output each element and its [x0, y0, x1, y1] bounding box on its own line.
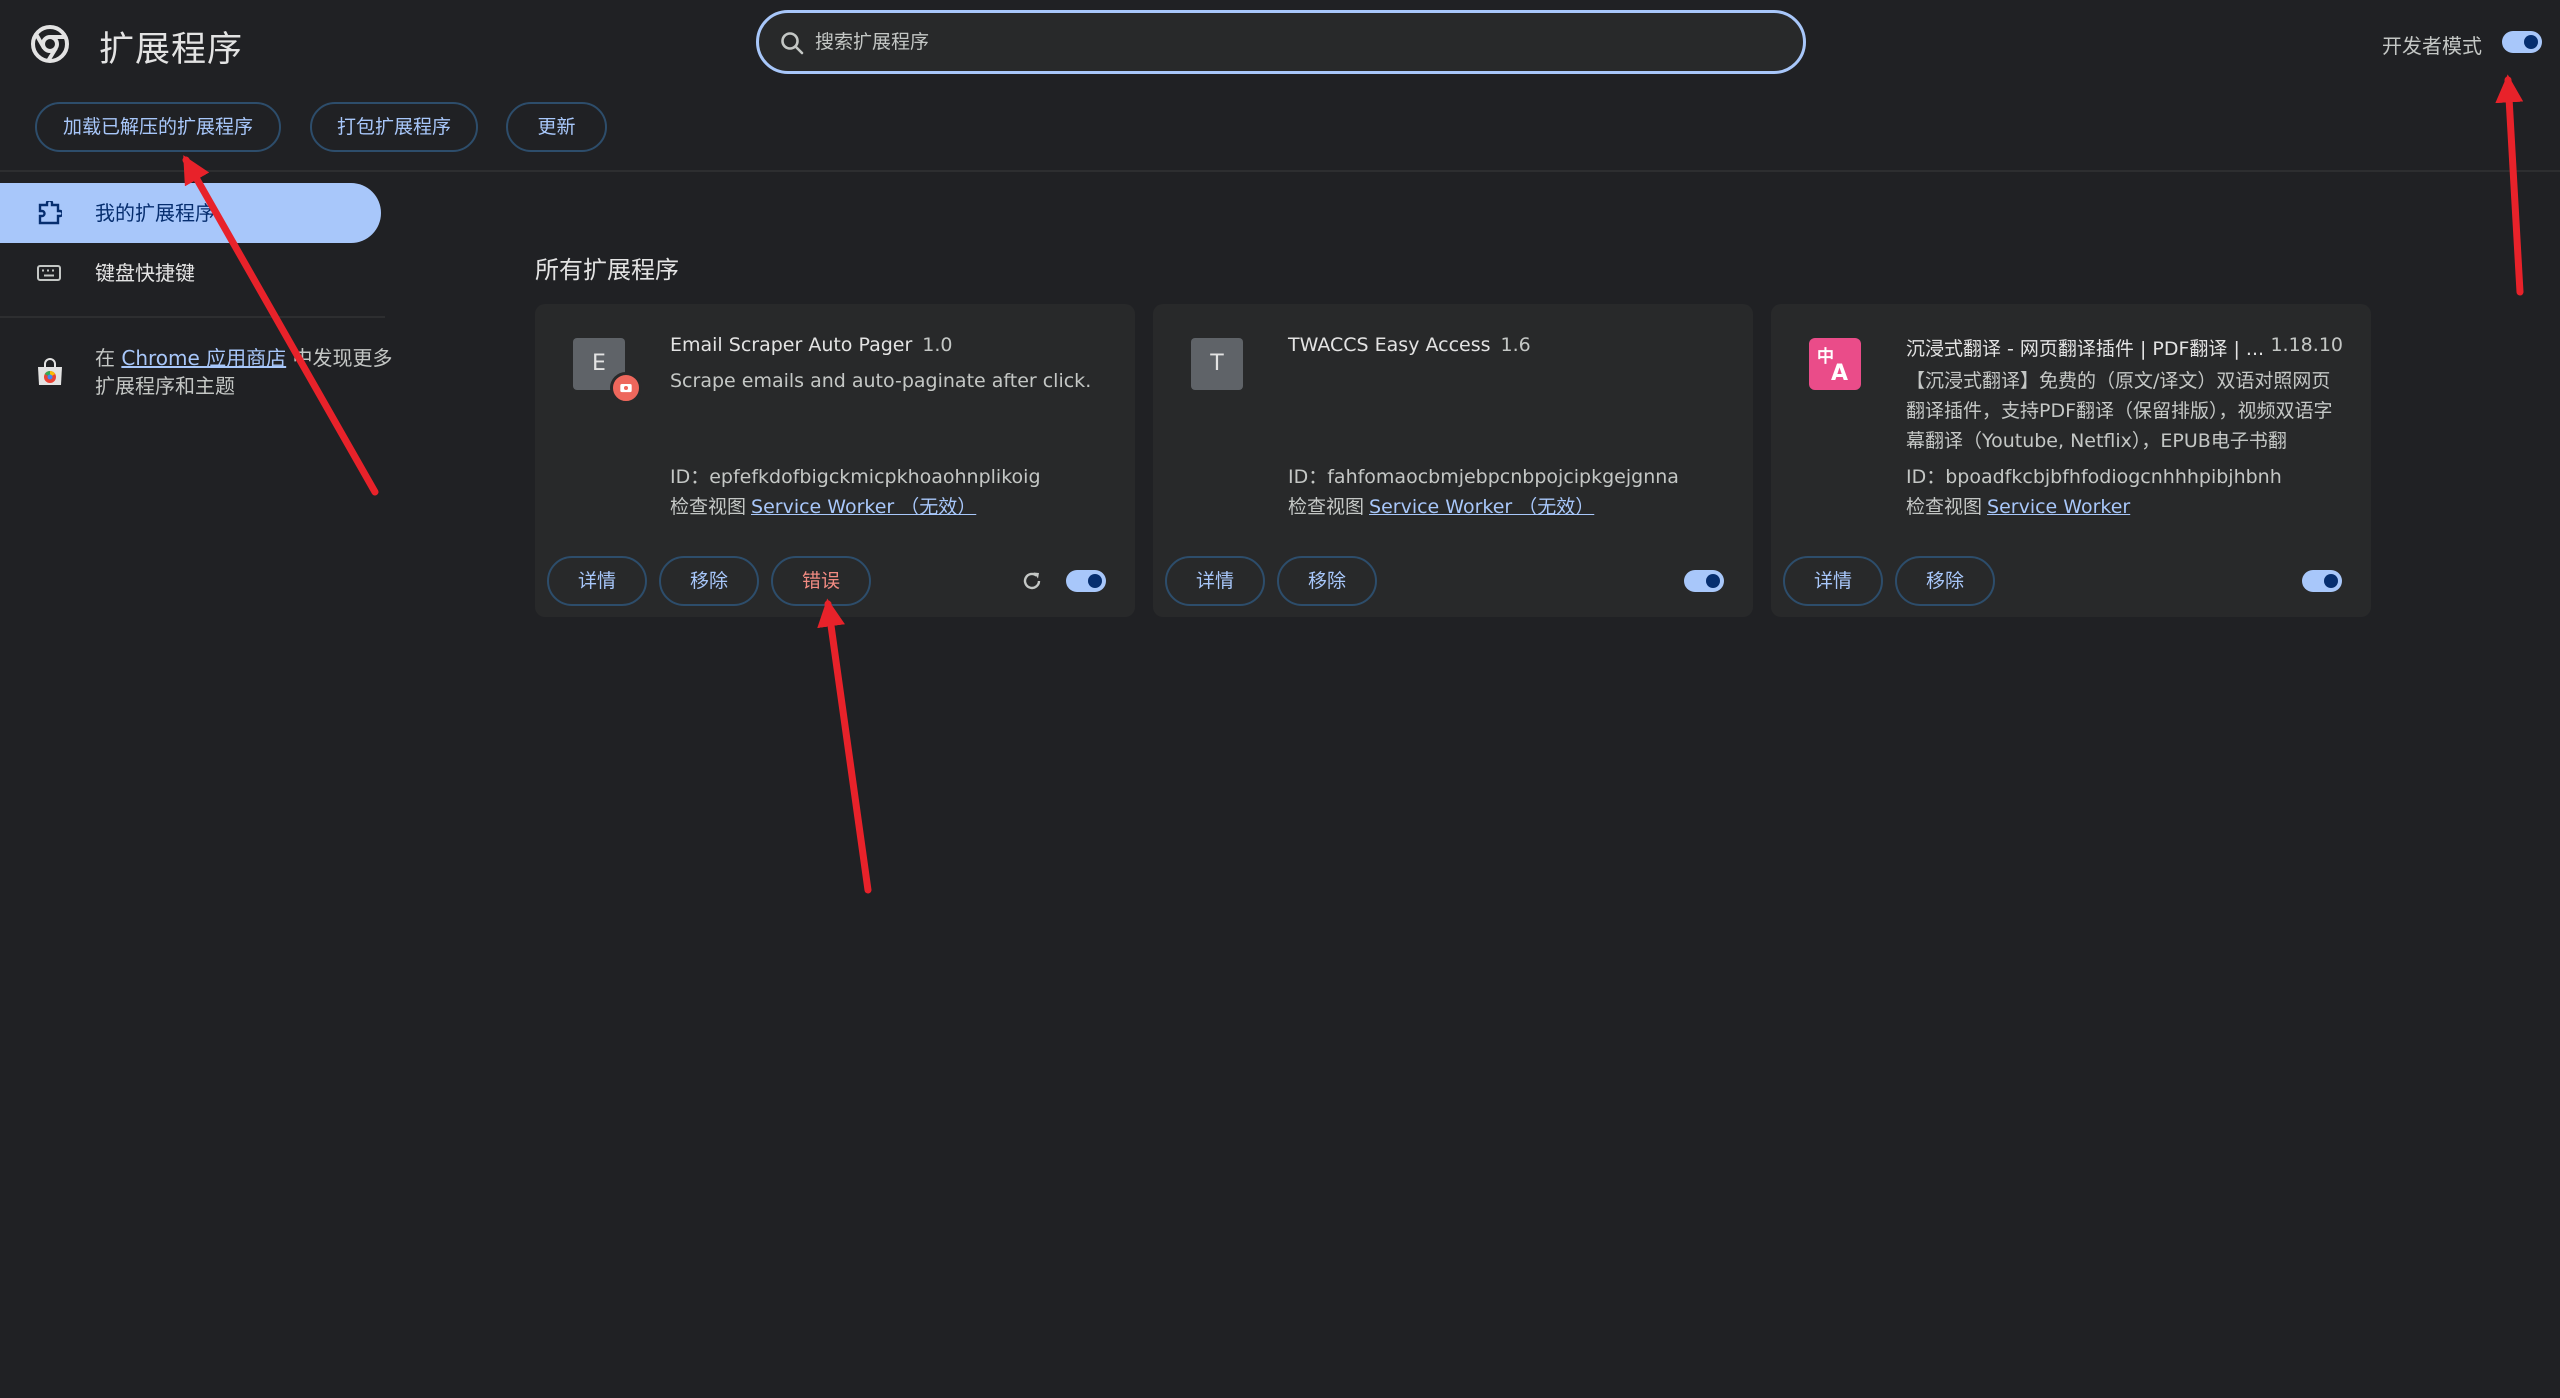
remove-button[interactable]: 移除: [1277, 556, 1377, 606]
service-worker-link[interactable]: Service Worker （无效）: [1369, 496, 1594, 518]
sidebar-divider: [0, 316, 385, 318]
extension-id: ID：epfefkdofbigckmicpkhoaohnplikoig: [670, 466, 1041, 488]
header: 扩展程序 开发者模式: [0, 0, 2560, 88]
extension-enable-toggle[interactable]: [1066, 570, 1106, 592]
service-worker-link[interactable]: Service Worker （无效）: [751, 496, 976, 518]
toggle-knob: [1706, 574, 1720, 588]
extension-card-twaccs: T TWACCS Easy Access 1.6 ID：fahfomaocbmje…: [1153, 304, 1753, 617]
extension-id: ID：fahfomaocbmjebpcnbpojcipkgejgnna: [1288, 466, 1679, 488]
puzzle-icon: [38, 201, 62, 225]
sidebar-item-my-extensions[interactable]: 我的扩展程序: [0, 183, 381, 243]
annotation-arrows: [182, 74, 2524, 894]
extension-version: 1.0: [922, 334, 953, 356]
extension-version: 1.6: [1500, 334, 1531, 356]
toggle-knob: [2524, 35, 2538, 49]
extension-description: Scrape emails and auto-paginate after cl…: [670, 370, 1092, 392]
extension-name: 沉浸式翻译 - 网页翻译插件 | PDF翻译 | ...: [1906, 338, 2265, 360]
chrome-logo-icon: [31, 25, 69, 63]
extension-enable-toggle[interactable]: [1684, 570, 1724, 592]
details-button[interactable]: 详情: [1165, 556, 1265, 606]
developer-mode-label: 开发者模式: [2382, 34, 2482, 58]
keyboard-icon: [37, 265, 61, 281]
toggle-knob: [2324, 574, 2338, 588]
reload-icon[interactable]: [1019, 568, 1045, 594]
extension-icon: T: [1191, 338, 1243, 390]
sidebar-item-label: 键盘快捷键: [95, 261, 195, 285]
load-unpacked-button[interactable]: 加载已解压的扩展程序: [35, 102, 281, 152]
chrome-web-store-icon: [38, 358, 62, 385]
pack-extension-button[interactable]: 打包扩展程序: [310, 102, 478, 152]
svg-text:A: A: [1831, 361, 1848, 386]
update-button[interactable]: 更新: [506, 102, 607, 152]
sidebar-item-label: 我的扩展程序: [95, 201, 215, 225]
arrow-to-dev-mode: [2495, 74, 2524, 296]
extension-description: 【沉浸式翻译】免费的（原文/译文）双语对照网页翻译插件，支持PDF翻译（保留排版…: [1906, 370, 2333, 452]
extension-card-email-scraper: E Email Scraper Auto Pager 1.0 Scrape ema…: [535, 304, 1135, 617]
promo-text: 在 Chrome 应用商店 中发现更多扩展程序和主题: [95, 344, 395, 400]
translate-icon: 中 A: [1809, 338, 1861, 390]
details-button[interactable]: 详情: [547, 556, 647, 606]
toolbar-divider: [0, 170, 2560, 172]
arrow-to-errors: [817, 598, 872, 894]
promo-prefix: 在: [95, 346, 115, 370]
extension-enable-toggle[interactable]: [2302, 570, 2342, 592]
search-icon: [781, 32, 804, 55]
inspect-views: 检查视图 Service Worker: [1906, 496, 2131, 518]
extension-id: ID：bpoadfkcbjbfhfodiogcnhhhpibjhbnh: [1906, 466, 2282, 488]
remove-button[interactable]: 移除: [1895, 556, 1995, 606]
search-box[interactable]: [756, 10, 1806, 74]
sidebar-item-keyboard-shortcuts[interactable]: 键盘快捷键: [0, 243, 381, 303]
toggle-knob: [1088, 574, 1102, 588]
developer-mode-toggle[interactable]: [2502, 31, 2542, 53]
inspect-views: 检查视图 Service Worker （无效）: [670, 496, 977, 518]
page-title: 扩展程序: [99, 30, 244, 70]
errors-button[interactable]: 错误: [771, 556, 871, 606]
error-badge-icon: [610, 372, 642, 404]
inspect-views: 检查视图 Service Worker （无效）: [1288, 496, 1595, 518]
extension-name: TWACCS Easy Access 1.6: [1288, 334, 1531, 356]
service-worker-link[interactable]: Service Worker: [1987, 496, 2130, 518]
extension-card-immersive-translate: 中 A 沉浸式翻译 - 网页翻译插件 | PDF翻译 | ... 1.18.10…: [1771, 304, 2371, 617]
remove-button[interactable]: 移除: [659, 556, 759, 606]
details-button[interactable]: 详情: [1783, 556, 1883, 606]
extension-version: 1.18.10: [2270, 334, 2343, 356]
webstore-link[interactable]: Chrome 应用商店: [121, 346, 286, 370]
extension-name: Email Scraper Auto Pager 1.0: [670, 334, 953, 356]
section-title: 所有扩展程序: [535, 256, 679, 284]
search-input[interactable]: [813, 23, 1773, 61]
